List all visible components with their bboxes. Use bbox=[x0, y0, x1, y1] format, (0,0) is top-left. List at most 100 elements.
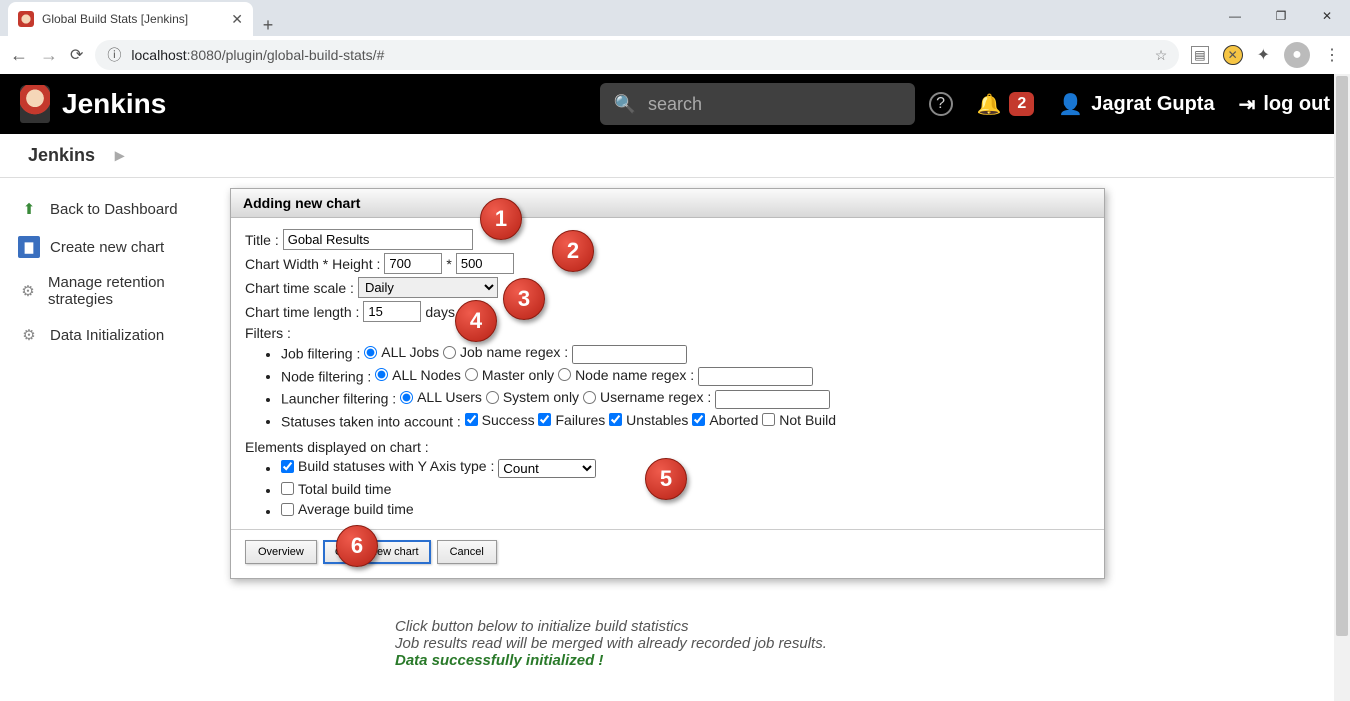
title-label: Title : bbox=[245, 232, 279, 248]
init-text-block: Click button below to initialize build s… bbox=[395, 618, 827, 669]
status-aborted-check[interactable] bbox=[692, 413, 705, 426]
scale-select[interactable]: Daily bbox=[358, 277, 498, 298]
wh-sep: * bbox=[446, 256, 451, 272]
el-total-label: Total build time bbox=[298, 481, 391, 497]
job-filter-label: Job filtering : bbox=[281, 346, 360, 362]
width-input[interactable] bbox=[384, 253, 442, 274]
site-info-icon[interactable]: ⓘ bbox=[107, 45, 121, 65]
launcher-regex-input[interactable] bbox=[715, 390, 830, 409]
node-regex-input[interactable] bbox=[698, 367, 813, 386]
overview-button[interactable]: Overview bbox=[245, 540, 317, 564]
jenkins-logo[interactable]: Jenkins bbox=[20, 85, 166, 123]
jenkins-logo-icon bbox=[20, 85, 50, 123]
node-regex-label: Node name regex : bbox=[575, 367, 694, 383]
sidebar-item-retention[interactable]: ⚙ Manage retention strategies bbox=[0, 266, 235, 316]
back-button[interactable]: ← bbox=[10, 45, 28, 66]
reload-button[interactable]: ⟳ bbox=[70, 45, 83, 65]
status-notbuild-check[interactable] bbox=[762, 413, 775, 426]
height-input[interactable] bbox=[456, 253, 514, 274]
launcher-all-radio[interactable] bbox=[400, 391, 413, 404]
node-master-radio[interactable] bbox=[465, 368, 478, 381]
logout-icon: ⇥ bbox=[1239, 92, 1256, 117]
bell-icon: 🔔 bbox=[977, 92, 1002, 117]
status-success-label: Success bbox=[482, 412, 535, 428]
logout-label: log out bbox=[1263, 93, 1330, 116]
tab-close-icon[interactable]: ✕ bbox=[231, 11, 243, 28]
browser-tab[interactable]: Global Build Stats [Jenkins] ✕ bbox=[8, 2, 253, 36]
profile-avatar[interactable]: ● bbox=[1284, 42, 1310, 68]
el-buildstatus-check[interactable] bbox=[281, 460, 294, 473]
new-tab-button[interactable]: + bbox=[253, 15, 283, 36]
add-chart-dialog: Adding new chart Title : Chart Width * H… bbox=[230, 188, 1105, 579]
window-close[interactable]: ✕ bbox=[1304, 0, 1350, 32]
launcher-system-label: System only bbox=[503, 389, 579, 405]
job-regex-label: Job name regex : bbox=[460, 344, 568, 360]
title-input[interactable] bbox=[283, 229, 473, 250]
filters-label: Filters : bbox=[245, 325, 291, 341]
node-regex-radio[interactable] bbox=[558, 368, 571, 381]
url-path: :8080/plugin/global-build-stats/# bbox=[187, 47, 385, 63]
el-total-check[interactable] bbox=[281, 482, 294, 495]
jenkins-header: Jenkins 🔍 search ? 🔔 2 👤 Jagrat Gupta ⇥ … bbox=[0, 74, 1350, 134]
extensions-icon[interactable]: ✦ bbox=[1257, 45, 1270, 65]
window-maximize[interactable]: ❐ bbox=[1258, 0, 1304, 32]
launcher-all-label: ALL Users bbox=[417, 389, 482, 405]
cancel-button[interactable]: Cancel bbox=[437, 540, 497, 564]
sidebar: ⬆ Back to Dashboard ▇ Create new chart ⚙… bbox=[0, 178, 235, 366]
scale-label: Chart time scale : bbox=[245, 280, 354, 296]
status-failures-label: Failures bbox=[555, 412, 605, 428]
search-input[interactable]: 🔍 search bbox=[600, 83, 915, 125]
breadcrumb: Jenkins ▸ bbox=[0, 134, 1350, 178]
url-host: localhost bbox=[131, 47, 186, 63]
sidebar-item-label: Data Initialization bbox=[50, 327, 164, 344]
callout-3: 3 bbox=[503, 278, 545, 320]
elements-label: Elements displayed on chart : bbox=[245, 439, 429, 455]
breadcrumb-root[interactable]: Jenkins bbox=[28, 145, 95, 166]
extension-badge-icon[interactable]: ✕ bbox=[1223, 45, 1243, 65]
user-menu[interactable]: 👤 Jagrat Gupta bbox=[1058, 92, 1214, 117]
node-master-label: Master only bbox=[482, 367, 554, 383]
search-icon: 🔍 bbox=[614, 94, 636, 115]
chart-icon: ▇ bbox=[18, 236, 40, 258]
sidebar-item-data-init[interactable]: ⚙ Data Initialization bbox=[0, 316, 235, 354]
job-all-radio[interactable] bbox=[364, 346, 377, 359]
readinglist-icon[interactable]: ▤ bbox=[1191, 46, 1208, 64]
window-minimize[interactable]: — bbox=[1212, 0, 1258, 32]
el-avg-check[interactable] bbox=[281, 503, 294, 516]
launcher-system-radio[interactable] bbox=[486, 391, 499, 404]
length-input[interactable] bbox=[363, 301, 421, 322]
callout-2: 2 bbox=[552, 230, 594, 272]
help-icon[interactable]: ? bbox=[929, 92, 953, 116]
logout-link[interactable]: ⇥ log out bbox=[1239, 92, 1330, 117]
user-name: Jagrat Gupta bbox=[1091, 93, 1214, 116]
sidebar-item-label: Create new chart bbox=[50, 239, 164, 256]
job-regex-radio[interactable] bbox=[443, 346, 456, 359]
launcher-regex-radio[interactable] bbox=[583, 391, 596, 404]
status-failures-check[interactable] bbox=[538, 413, 551, 426]
yaxis-select[interactable]: Count bbox=[498, 459, 596, 478]
status-success-check[interactable] bbox=[465, 413, 478, 426]
user-icon: 👤 bbox=[1058, 92, 1083, 117]
job-regex-input[interactable] bbox=[572, 345, 687, 364]
tab-title: Global Build Stats [Jenkins] bbox=[42, 12, 188, 26]
init-success: Data successfully initialized ! bbox=[395, 652, 827, 669]
bookmark-icon[interactable]: ☆ bbox=[1155, 47, 1168, 64]
address-bar[interactable]: ⓘ localhost:8080/plugin/global-build-sta… bbox=[95, 40, 1179, 70]
gear-icon: ⚙ bbox=[18, 324, 40, 346]
callout-6: 6 bbox=[336, 525, 378, 567]
statuses-label: Statuses taken into account : bbox=[281, 413, 461, 429]
jenkins-brand: Jenkins bbox=[62, 88, 166, 120]
sidebar-item-label: Manage retention strategies bbox=[48, 274, 217, 308]
launcher-filter-label: Launcher filtering : bbox=[281, 391, 396, 407]
job-all-label: ALL Jobs bbox=[381, 344, 439, 360]
notifications[interactable]: 🔔 2 bbox=[977, 92, 1035, 117]
chrome-menu-icon[interactable]: ⋮ bbox=[1324, 45, 1340, 65]
init-line1: Click button below to initialize build s… bbox=[395, 618, 827, 635]
status-unstables-check[interactable] bbox=[609, 413, 622, 426]
node-all-radio[interactable] bbox=[375, 368, 388, 381]
sidebar-item-create-chart[interactable]: ▇ Create new chart bbox=[0, 228, 235, 266]
sidebar-item-label: Back to Dashboard bbox=[50, 201, 178, 218]
sidebar-item-back[interactable]: ⬆ Back to Dashboard bbox=[0, 190, 235, 228]
init-line2: Job results read will be merged with alr… bbox=[395, 635, 827, 652]
scrollbar-thumb[interactable] bbox=[1336, 76, 1348, 636]
